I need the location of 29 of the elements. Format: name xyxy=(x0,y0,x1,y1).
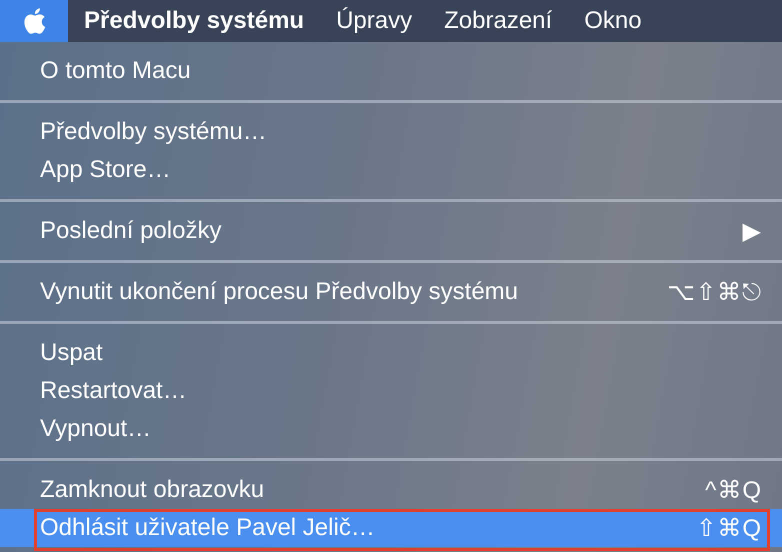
menu-item[interactable]: Vypnout… xyxy=(0,410,782,448)
menu-item[interactable]: Předvolby systému… xyxy=(0,113,782,151)
menu-item-label: Odhlásit uživatele Pavel Jelič… xyxy=(40,514,375,542)
menu-item[interactable]: App Store… xyxy=(0,151,782,189)
menu-item[interactable]: Uspat xyxy=(0,334,782,372)
menu-bar-item[interactable]: Úpravy xyxy=(320,0,428,42)
menu-item-label: Zamknout obrazovku xyxy=(40,476,264,504)
menu-item[interactable]: Vynutit ukončení procesu Předvolby systému ⌥⇧⌘⎋ xyxy=(0,273,782,311)
submenu-arrow: ▶ xyxy=(742,216,762,246)
apple-menu-button[interactable] xyxy=(0,0,68,42)
menu-bar-item[interactable]: Předvolby systému xyxy=(68,0,320,42)
menu-item[interactable]: Zamknout obrazovku ^⌘Q xyxy=(0,471,782,509)
menu-item-label: Vynutit ukončení procesu Předvolby systému xyxy=(40,278,518,306)
menu-bar-item[interactable]: Okno xyxy=(568,0,658,42)
keyboard-shortcut: ⇧⌘Q xyxy=(696,514,762,542)
menu-item[interactable]: O tomto Macu xyxy=(0,52,782,90)
menu-item-label: O tomto Macu xyxy=(40,57,191,85)
menu-bar-item[interactable]: Zobrazení xyxy=(428,0,568,42)
menu-item-label: Uspat xyxy=(40,339,103,367)
menu-item-label: Vypnout… xyxy=(40,415,152,443)
menu-item-label: Poslední položky xyxy=(40,217,222,245)
menu-item[interactable]: Poslední položky ▶ xyxy=(0,212,782,250)
menu-item-label: App Store… xyxy=(40,156,171,184)
keyboard-shortcut: ⌥⇧⌘⎋ xyxy=(667,278,762,306)
apple-logo-icon xyxy=(22,7,46,35)
menu-item-label: Předvolby systému… xyxy=(40,118,267,146)
menu-item-label: Restartovat… xyxy=(40,377,187,405)
menu-item[interactable]: Restartovat… xyxy=(0,372,782,410)
keyboard-shortcut: ^⌘Q xyxy=(705,476,762,504)
